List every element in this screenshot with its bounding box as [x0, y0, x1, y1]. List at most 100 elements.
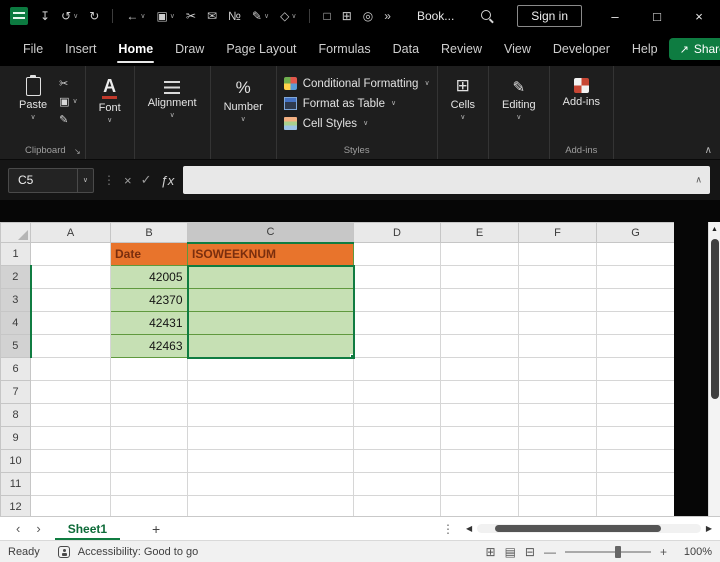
scroll-left-icon[interactable]: ◀: [466, 524, 472, 533]
close-button[interactable]: ×: [678, 0, 720, 32]
editing-button[interactable]: ✎ Editing ∨: [496, 70, 542, 121]
cell-A8[interactable]: [31, 404, 111, 427]
cell-D9[interactable]: [354, 427, 441, 450]
search-icon[interactable]: [480, 9, 495, 24]
horizontal-scrollbar[interactable]: ◀ ▶: [462, 517, 720, 540]
menu-tab-file[interactable]: File: [12, 32, 54, 66]
cell-G3[interactable]: [597, 289, 675, 312]
cell-E9[interactable]: [441, 427, 519, 450]
cell-G1[interactable]: [597, 243, 675, 266]
cell-B7[interactable]: [111, 381, 188, 404]
shapes-icon[interactable]: ◇∨: [280, 9, 296, 23]
cell-B5[interactable]: 42463: [111, 335, 188, 358]
scroll-right-icon[interactable]: ▶: [706, 524, 712, 533]
column-header-D[interactable]: D: [354, 223, 441, 243]
cell-E8[interactable]: [441, 404, 519, 427]
cell-B11[interactable]: [111, 473, 188, 496]
cell-C1[interactable]: ISOWEEKNUM: [188, 243, 354, 266]
cell-G5[interactable]: [597, 335, 675, 358]
cell-C4[interactable]: [188, 312, 354, 335]
dialog-launcher-icon[interactable]: ↘: [74, 147, 81, 156]
cell-F7[interactable]: [519, 381, 597, 404]
menu-tab-view[interactable]: View: [493, 32, 542, 66]
cell-E11[interactable]: [441, 473, 519, 496]
cell-A7[interactable]: [31, 381, 111, 404]
clipboard-icon[interactable]: ▣∨: [156, 9, 174, 23]
cell-A11[interactable]: [31, 473, 111, 496]
cell-G9[interactable]: [597, 427, 675, 450]
prev-sheet-button[interactable]: ‹: [8, 521, 28, 536]
row-header-9[interactable]: 9: [1, 427, 31, 450]
cell-D12[interactable]: [354, 496, 441, 517]
vertical-scrollbar[interactable]: ▲: [708, 222, 720, 516]
cell-B3[interactable]: 42370: [111, 289, 188, 312]
number-button[interactable]: % Number ∨: [218, 70, 269, 123]
undo-icon[interactable]: ↺∨: [61, 9, 78, 23]
cell-C9[interactable]: [188, 427, 354, 450]
cell-F6[interactable]: [519, 358, 597, 381]
cell-C8[interactable]: [188, 404, 354, 427]
cell-C3[interactable]: [188, 289, 354, 312]
add-sheet-button[interactable]: +: [142, 521, 170, 537]
camera-icon[interactable]: ◎: [363, 9, 373, 23]
cell-F8[interactable]: [519, 404, 597, 427]
cell-G7[interactable]: [597, 381, 675, 404]
paste-button[interactable]: Paste ∨: [13, 70, 53, 121]
zoom-slider[interactable]: [565, 551, 651, 553]
column-header-G[interactable]: G: [597, 223, 675, 243]
cell-G4[interactable]: [597, 312, 675, 335]
overflow-icon[interactable]: »: [384, 9, 391, 23]
column-header-C[interactable]: C: [188, 223, 354, 243]
cell-B12[interactable]: [111, 496, 188, 517]
row-header-5[interactable]: 5: [1, 335, 31, 358]
accessibility-status[interactable]: Accessibility: Good to go: [78, 546, 198, 558]
cell-A6[interactable]: [31, 358, 111, 381]
row-header-12[interactable]: 12: [1, 496, 31, 517]
cell-D8[interactable]: [354, 404, 441, 427]
cell-E1[interactable]: [441, 243, 519, 266]
normal-view-button[interactable]: ⊞: [486, 545, 496, 559]
cell-F12[interactable]: [519, 496, 597, 517]
row-header-8[interactable]: 8: [1, 404, 31, 427]
zoom-slider-thumb[interactable]: [615, 546, 621, 558]
page-layout-view-button[interactable]: ▤: [505, 545, 516, 559]
copy-button[interactable]: ▣ ∨: [59, 95, 78, 108]
cell-C7[interactable]: [188, 381, 354, 404]
collapse-ribbon-icon[interactable]: ∧: [705, 145, 712, 156]
cell-E12[interactable]: [441, 496, 519, 517]
cell-C10[interactable]: [188, 450, 354, 473]
menu-tab-home[interactable]: Home: [107, 32, 164, 66]
cell-B6[interactable]: [111, 358, 188, 381]
format-painter-button[interactable]: ✎: [59, 113, 78, 126]
select-all-corner[interactable]: [1, 223, 31, 243]
cut-icon[interactable]: ✂: [186, 9, 196, 23]
cell-D3[interactable]: [354, 289, 441, 312]
cell-F9[interactable]: [519, 427, 597, 450]
cell-D1[interactable]: [354, 243, 441, 266]
cell-F2[interactable]: [519, 266, 597, 289]
column-header-A[interactable]: A: [31, 223, 111, 243]
expand-formula-bar-icon[interactable]: ∧: [695, 175, 702, 186]
maximize-button[interactable]: □: [636, 0, 678, 32]
zoom-out-button[interactable]: —: [544, 545, 556, 559]
row-header-10[interactable]: 10: [1, 450, 31, 473]
menu-tab-data[interactable]: Data: [382, 32, 430, 66]
cell-A12[interactable]: [31, 496, 111, 517]
cell-F1[interactable]: [519, 243, 597, 266]
conditional-formatting-button[interactable]: Conditional Formatting ∨: [284, 77, 430, 90]
row-header-7[interactable]: 7: [1, 381, 31, 404]
cell-C11[interactable]: [188, 473, 354, 496]
column-header-F[interactable]: F: [519, 223, 597, 243]
cell-A10[interactable]: [31, 450, 111, 473]
cell-B8[interactable]: [111, 404, 188, 427]
sheet-tab-sheet1[interactable]: Sheet1: [55, 517, 120, 540]
cell-C2[interactable]: [188, 266, 354, 289]
tab-bar-more-icon[interactable]: ⋮: [434, 522, 462, 536]
excel-app-icon[interactable]: [10, 7, 28, 25]
cell-F11[interactable]: [519, 473, 597, 496]
cell-A1[interactable]: [31, 243, 111, 266]
cell-B10[interactable]: [111, 450, 188, 473]
scroll-up-icon[interactable]: ▲: [711, 222, 718, 233]
redo-icon[interactable]: ↻: [89, 9, 99, 23]
addins-button[interactable]: Add-ins: [557, 70, 606, 108]
